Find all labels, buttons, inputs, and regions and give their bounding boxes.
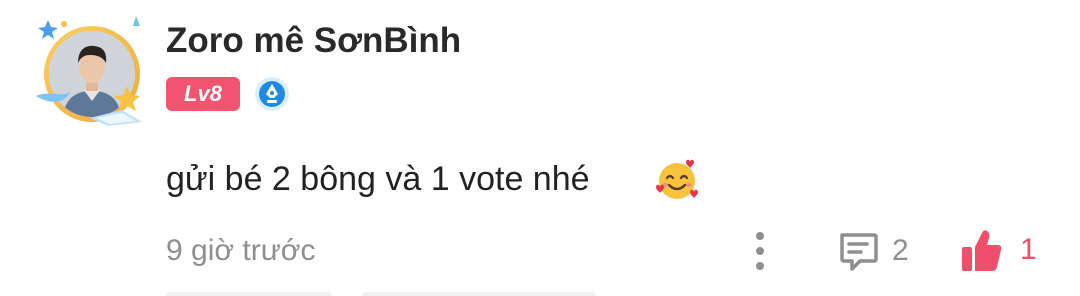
like-button[interactable]: 1 (960, 226, 1037, 274)
more-options-icon[interactable] (748, 228, 772, 274)
comment-bubble-icon (840, 233, 878, 271)
star-frame-decoration (36, 16, 142, 126)
smiling-face-with-hearts-icon (656, 159, 698, 199)
next-item-edge (362, 292, 596, 296)
timestamp: 9 giờ trước (166, 234, 316, 267)
next-item-edge (166, 292, 332, 296)
comment-text: gửi bé 2 bông và 1 vote nhé (166, 160, 590, 198)
like-count: 1 (1020, 233, 1037, 266)
username[interactable]: Zoro mê SơnBình (166, 21, 461, 61)
pen-nib-badge-icon (255, 77, 289, 111)
avatar[interactable] (30, 14, 160, 130)
reply-button[interactable]: 2 (836, 228, 909, 274)
thumbs-up-icon (962, 230, 1002, 271)
reply-count: 2 (892, 234, 909, 267)
level-badge: Lv8 (166, 77, 240, 111)
